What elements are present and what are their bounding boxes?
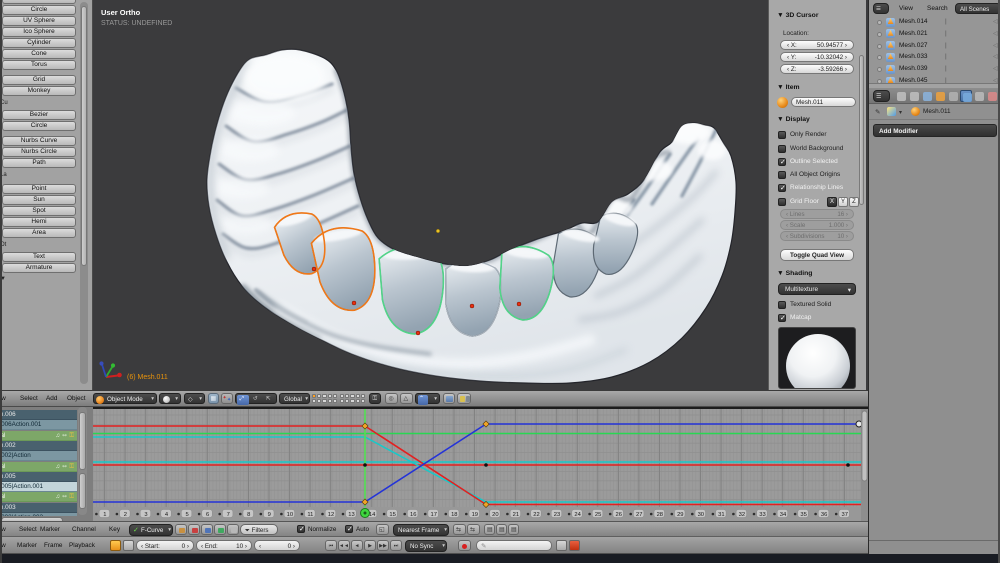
svg-text:23: 23 (554, 512, 560, 518)
svg-text:12: 12 (328, 512, 334, 518)
svg-text:34: 34 (780, 512, 787, 518)
svg-text:27: 27 (636, 512, 642, 518)
svg-text:3: 3 (144, 512, 147, 518)
svg-text:9: 9 (268, 512, 271, 518)
svg-text:29: 29 (677, 512, 683, 518)
svg-text:28: 28 (657, 512, 663, 518)
svg-text:32: 32 (739, 512, 745, 518)
svg-text:11: 11 (307, 512, 313, 518)
svg-text:5: 5 (185, 512, 188, 518)
svg-text:35: 35 (800, 512, 806, 518)
svg-text:17: 17 (430, 512, 436, 518)
svg-text:30: 30 (698, 512, 704, 518)
svg-text:10: 10 (287, 512, 293, 518)
svg-text:20: 20 (492, 512, 498, 518)
svg-text:26: 26 (615, 512, 621, 518)
svg-text:1: 1 (103, 512, 106, 518)
svg-text:7: 7 (227, 512, 230, 518)
svg-text:31: 31 (718, 512, 724, 518)
svg-text:19: 19 (472, 512, 478, 518)
svg-text:24: 24 (574, 512, 581, 518)
svg-text:16: 16 (410, 512, 416, 518)
svg-text:21: 21 (513, 512, 519, 518)
svg-text:22: 22 (533, 512, 539, 518)
svg-text:36: 36 (821, 512, 827, 518)
svg-text:25: 25 (595, 512, 601, 518)
svg-text:8: 8 (247, 512, 250, 518)
svg-text:13: 13 (348, 512, 354, 518)
svg-text:6: 6 (206, 512, 209, 518)
svg-text:33: 33 (759, 512, 765, 518)
svg-text:15: 15 (389, 512, 395, 518)
svg-text:18: 18 (451, 512, 457, 518)
svg-text:2: 2 (124, 512, 127, 518)
svg-text:37: 37 (841, 512, 847, 518)
